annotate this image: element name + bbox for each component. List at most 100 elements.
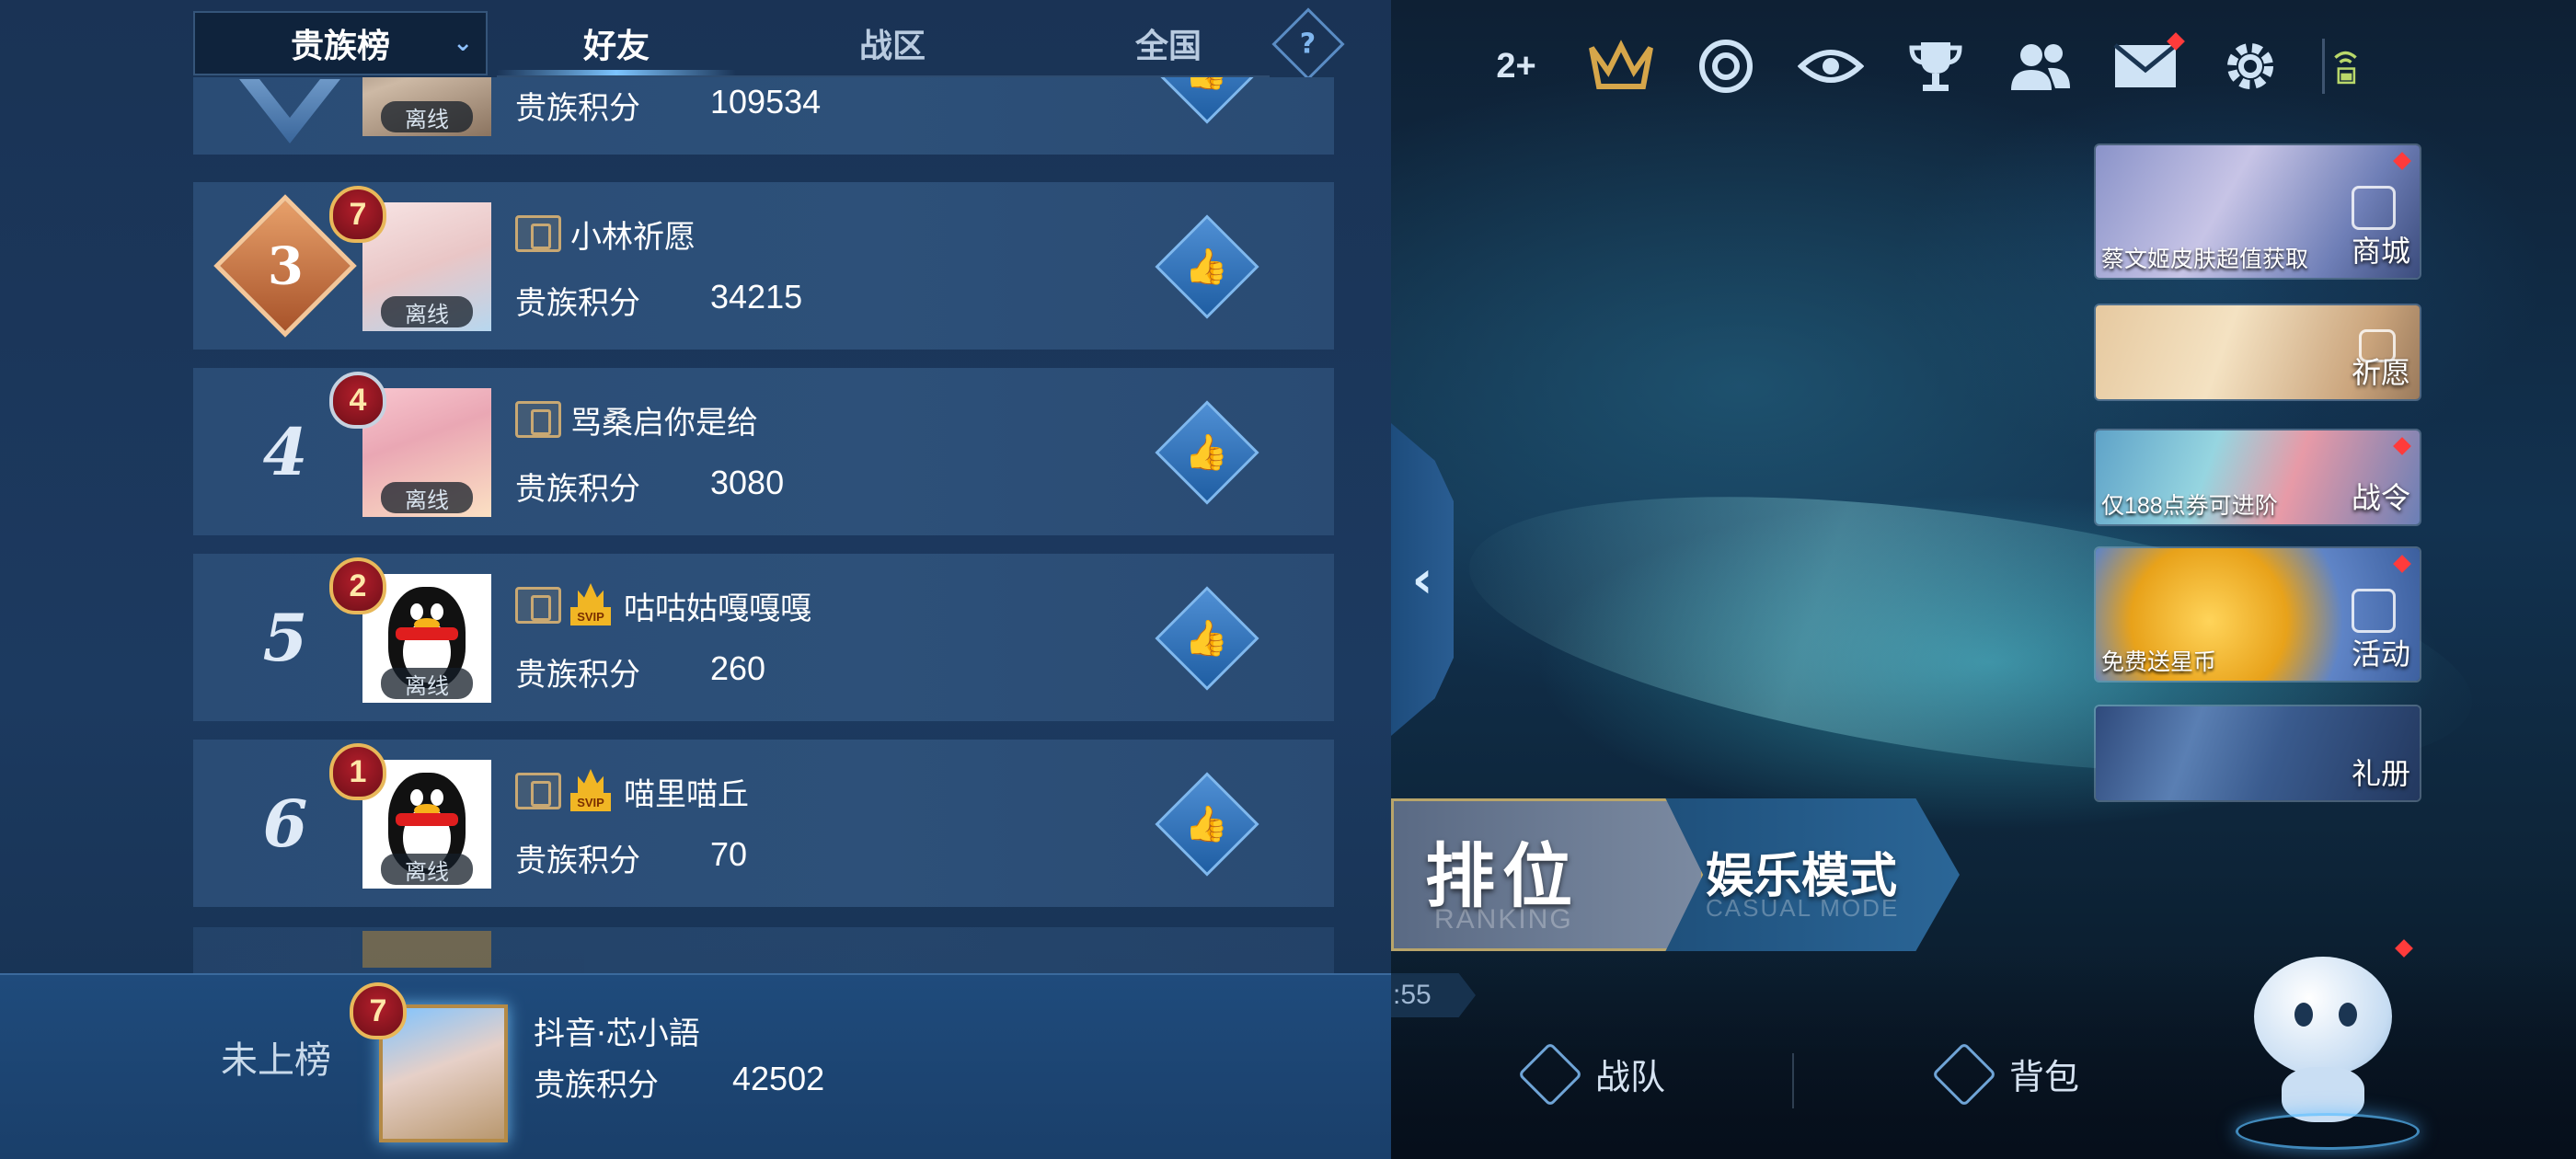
- score-value: 34215: [710, 278, 803, 316]
- score-line: 贵族积分 70: [515, 835, 748, 879]
- board-type-label: 贵族榜: [290, 28, 390, 65]
- like-button[interactable]: 👍: [1155, 214, 1259, 319]
- list-item[interactable]: 3 7 离线 小林祈愿 贵族积分 34215 👍: [193, 182, 1334, 350]
- thumbs-up-icon: 👍: [1185, 77, 1228, 92]
- player-name: 小林祈愿: [570, 218, 696, 256]
- rank-emblem-icon: [239, 79, 340, 143]
- mail-icon[interactable]: [2112, 32, 2185, 99]
- notification-dot: [2395, 939, 2413, 958]
- my-player-name: 抖音·芯小語: [534, 1016, 700, 1052]
- chevron-down-icon: ⌄: [453, 29, 473, 57]
- target-icon[interactable]: [1693, 33, 1759, 99]
- promo-label: 祈愿: [2351, 355, 2410, 390]
- player-name: 咕咕姑嘎嘎嘎: [624, 590, 811, 627]
- promo-caption: 蔡文姬皮肤超值获取: [2101, 247, 2309, 272]
- noble-level-badge: 7: [350, 982, 407, 1039]
- friend-count: 2+: [1496, 46, 1536, 86]
- thumbs-up-icon: 👍: [1185, 431, 1229, 473]
- noble-icon: [515, 587, 561, 624]
- score-line: 贵族积分 34215: [515, 278, 803, 322]
- thumbs-up-icon: 👍: [1185, 246, 1229, 287]
- score-line: 贵族积分 260: [515, 649, 766, 694]
- crown-wings-icon[interactable]: [1588, 33, 1654, 99]
- trophy-icon[interactable]: [1903, 33, 1969, 99]
- noble-level-badge: 4: [329, 372, 386, 429]
- thumbs-up-icon: 👍: [1185, 617, 1229, 659]
- bag-icon: [1931, 1041, 1997, 1107]
- casual-mode-subtitle: CASUAL MODE: [1706, 894, 1900, 922]
- score-value: 3080: [710, 464, 785, 501]
- list-item[interactable]: [193, 927, 1334, 973]
- promo-caption: 仅188点券可进阶: [2101, 493, 2278, 519]
- list-item[interactable]: 6 1 离线 SVIP 喵里喵丘 贵族积分 70 👍: [193, 740, 1334, 907]
- bag-label: 背包: [2009, 1057, 2080, 1097]
- noble-level-badge: 1: [329, 743, 386, 800]
- shop-icon: [2352, 186, 2396, 230]
- nav-divider: [1792, 1053, 1794, 1108]
- promo-pass[interactable]: 仅188点券可进阶 战令: [2094, 429, 2421, 526]
- tab-friends[interactable]: 好友: [497, 11, 736, 75]
- promo-label: 礼册: [2351, 756, 2410, 791]
- player-name-line: 骂桑启你是给: [515, 396, 758, 443]
- score-line: 贵族积分 109534: [515, 83, 822, 127]
- timer-tab: :55: [1391, 973, 1476, 1017]
- promo-activity[interactable]: 免费送星币 活动: [2094, 546, 2421, 683]
- chevron-left-icon: ‹: [1411, 549, 1433, 610]
- promo-caption: 免费送星币: [2101, 649, 2217, 675]
- team-button[interactable]: 战队: [1517, 1041, 1666, 1107]
- board-type-dropdown[interactable]: 贵族榜 ⌄: [193, 11, 488, 75]
- like-button[interactable]: 👍: [1155, 586, 1259, 691]
- my-rank-status: 未上榜: [221, 1039, 331, 1082]
- like-button[interactable]: 👍: [1155, 772, 1259, 877]
- avatar[interactable]: [362, 931, 491, 968]
- offline-badge: 离线: [381, 296, 473, 327]
- noble-level-badge: 2: [329, 557, 386, 614]
- network-battery-indicator: [2322, 39, 2359, 94]
- activity-icon: [2352, 589, 2396, 633]
- noble-icon: [515, 215, 561, 252]
- ranked-mode-button[interactable]: 排位 RANKING: [1391, 798, 1704, 951]
- noble-icon: [515, 401, 561, 438]
- svip-icon: SVIP: [570, 583, 611, 627]
- player-name-line: 小林祈愿: [515, 210, 696, 258]
- avatar[interactable]: 离线: [362, 77, 491, 136]
- list-item[interactable]: 5 2 离线 SVIP 咕咕姑嘎嘎嘎 贵族积分 260 👍: [193, 554, 1334, 721]
- help-icon: ?: [1300, 28, 1317, 61]
- help-button[interactable]: ?: [1271, 7, 1345, 81]
- svip-icon: SVIP: [570, 769, 611, 813]
- player-name-line: SVIP 咕咕姑嘎嘎嘎: [515, 581, 811, 629]
- list-item[interactable]: 4 4 离线 骂桑启你是给 贵族积分 3080 👍: [193, 368, 1334, 535]
- thumbs-up-icon: 👍: [1185, 803, 1229, 844]
- list-item[interactable]: 离线 贵族积分 109534 👍: [193, 77, 1334, 155]
- leaderboard-panel: 贵族榜 ⌄ 好友 战区 全国 ? 离线 贵族积分 109534 👍 3 7: [0, 0, 1391, 1159]
- team-label: 战队: [1595, 1057, 1666, 1097]
- promo-label: 商城: [2351, 234, 2410, 269]
- leaderboard-tabs: 贵族榜 ⌄ 好友 战区 全国 ?: [193, 7, 1345, 81]
- score-line: 贵族积分 3080: [515, 464, 785, 508]
- noble-level-badge: 7: [329, 186, 386, 243]
- player-name: 骂桑启你是给: [570, 404, 758, 442]
- like-button[interactable]: 👍: [1155, 400, 1259, 505]
- score-value: 70: [710, 835, 748, 873]
- promo-label: 战令: [2351, 480, 2410, 515]
- promo-gift-book[interactable]: 礼册: [2094, 705, 2421, 802]
- offline-badge: 离线: [381, 854, 473, 885]
- promo-wish[interactable]: 祈愿: [2094, 304, 2421, 401]
- offline-badge: 离线: [381, 101, 473, 132]
- player-name: 喵里喵丘: [624, 775, 749, 813]
- score-value: 109534: [710, 83, 822, 120]
- promo-shop[interactable]: 蔡文姬皮肤超值获取 商城: [2094, 143, 2421, 280]
- promo-label: 活动: [2351, 637, 2410, 671]
- ranked-mode-subtitle: RANKING: [1434, 904, 1573, 935]
- like-button[interactable]: 👍: [1155, 77, 1259, 124]
- friends-icon[interactable]: [2007, 33, 2074, 99]
- tab-region[interactable]: 战区: [800, 11, 984, 75]
- leaderboard-list[interactable]: 离线 贵族积分 109534 👍 3 7 离线 小林祈愿 贵族积分 34: [193, 77, 1334, 973]
- gear-icon[interactable]: [2217, 33, 2283, 99]
- noble-icon: [515, 773, 561, 809]
- bag-button[interactable]: 背包: [1931, 1041, 2080, 1107]
- assistant-mascot[interactable]: [2236, 938, 2420, 1150]
- tab-national[interactable]: 全国: [1076, 11, 1260, 75]
- add-friend-button[interactable]: 2+: [1483, 33, 1549, 99]
- eye-icon[interactable]: [1798, 33, 1864, 99]
